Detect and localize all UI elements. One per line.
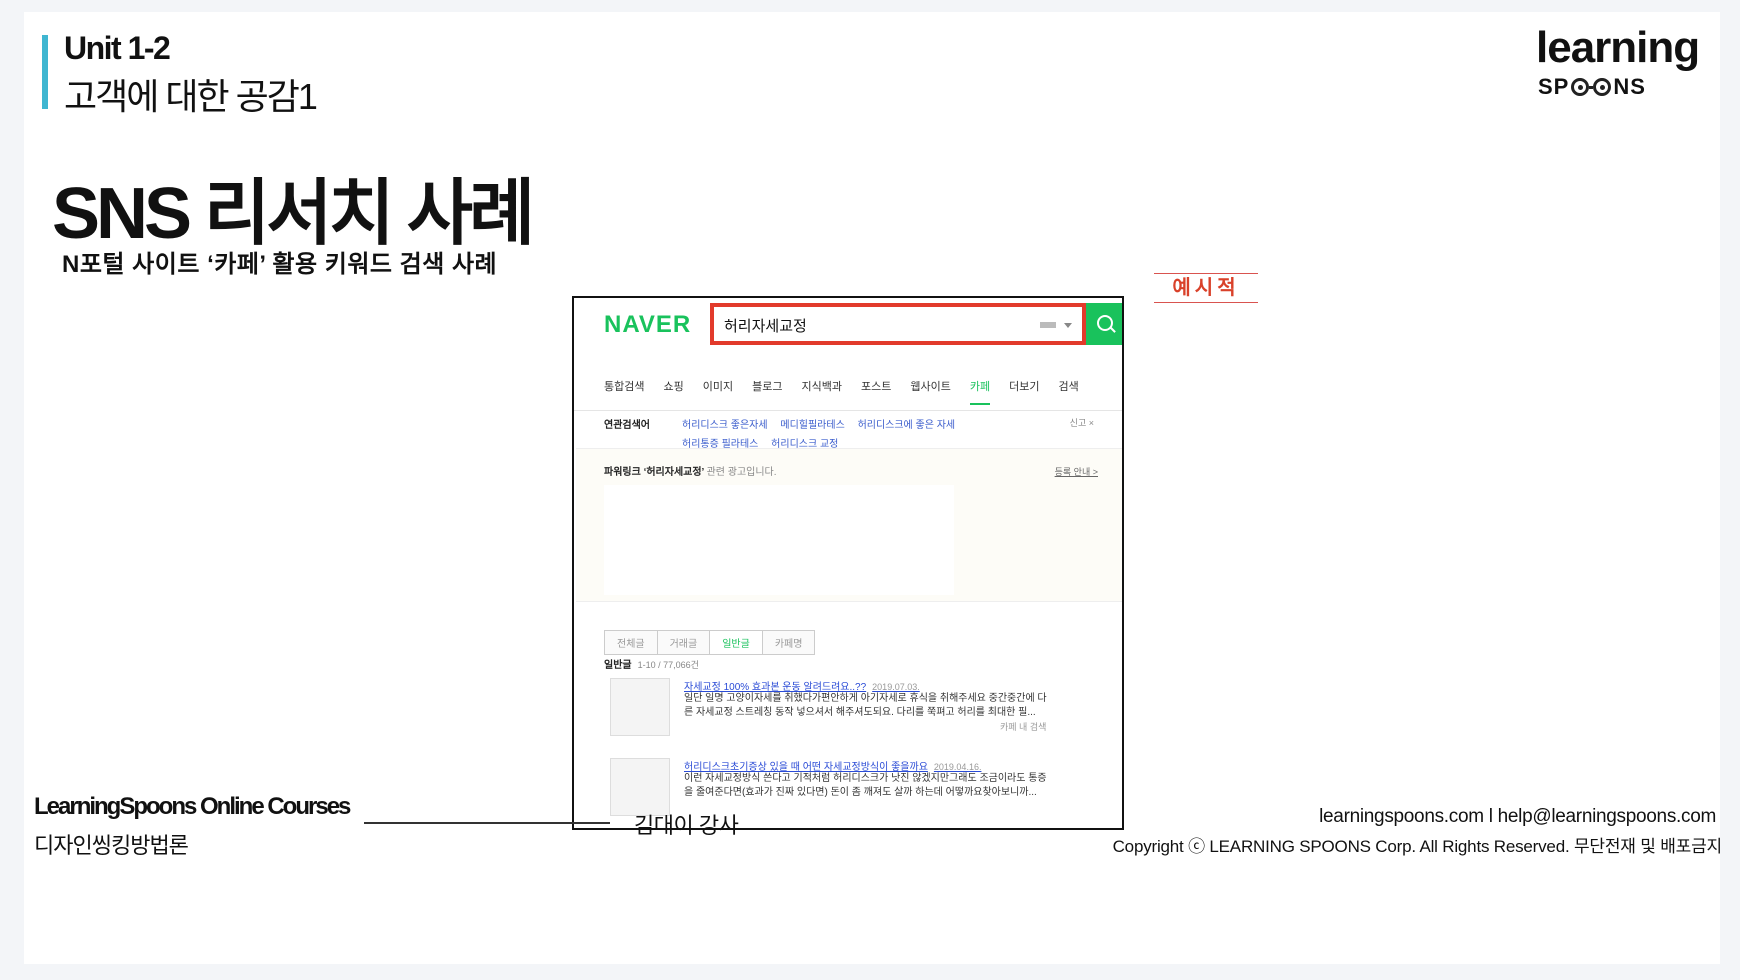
tab-shopping[interactable]: 쇼핑 xyxy=(663,378,683,405)
powerlink-note: 관련 광고입니다. xyxy=(706,467,777,478)
result-label: 일반글 xyxy=(604,660,632,671)
example-tag: 예시적 xyxy=(1154,273,1258,303)
tab-website[interactable]: 웹사이트 xyxy=(910,378,950,405)
result-description: 이런 자세교정방식 쓴다고 기적처럼 허리디스크가 낫진 않겠지만그래도 조금이… xyxy=(684,773,1047,798)
cafe-tab-general[interactable]: 일반글 xyxy=(710,631,763,654)
keyboard-icon[interactable] xyxy=(1040,322,1056,328)
powerlink-heading: 파워링크 ‘허리자세교정’ 관련 광고입니다. xyxy=(604,463,777,478)
tab-search-option[interactable]: 검색 xyxy=(1058,378,1078,405)
result-description: 일단 일명 고양이자세를 취했다가편안하게 아기자세로 휴식을 취해주세요 중간… xyxy=(684,693,1047,718)
search-input[interactable]: 허리자세교정 xyxy=(710,303,1086,345)
footer-copyright: Copyright ⓒ LEARNING SPOONS Corp. All Ri… xyxy=(1112,837,1723,856)
unit-label: Unit 1-2 xyxy=(64,30,171,66)
report-close-tools[interactable]: 신고 × xyxy=(1070,416,1094,429)
logo-word: learning xyxy=(1536,23,1700,72)
footer-brand: LearningSpoons Online Courses xyxy=(34,793,351,820)
footer-teacher: 김대이 강사 xyxy=(634,813,739,838)
footer-divider xyxy=(364,822,610,824)
ad-placeholder xyxy=(604,485,954,595)
result-date: 2019.04.16. xyxy=(933,762,982,772)
search-query: 허리자세교정 xyxy=(724,318,807,335)
tab-integrated[interactable]: 통합검색 xyxy=(604,378,644,405)
powerlink-section: 파워링크 ‘허리자세교정’ 관련 광고입니다. 등록 안내 > xyxy=(576,448,1122,602)
powerlink-title: 파워링크 ‘허리자세교정’ xyxy=(604,467,705,478)
chevron-down-icon[interactable] xyxy=(1064,323,1072,328)
result-count: 일반글 1-10 / 77,066건 xyxy=(604,656,699,671)
cafe-search-link[interactable]: 카페 내 검색 xyxy=(1000,720,1046,733)
tab-blog[interactable]: 블로그 xyxy=(752,378,782,405)
unit-title: 고객에 대한 공감1 xyxy=(64,76,318,117)
logo-spoons-right: NS xyxy=(1613,74,1646,99)
register-guide-link[interactable]: 등록 안내 > xyxy=(1055,465,1098,478)
tab-more[interactable]: 더보기 xyxy=(1009,378,1039,405)
result-thumbnail[interactable] xyxy=(610,678,670,736)
logo-spoons-left: SP xyxy=(1538,74,1570,99)
page-subtitle: N포털 사이트 ‘카페’ 활용 키워드 검색 사례 xyxy=(62,251,498,278)
naver-search-screenshot: NAVER 허리자세교정 통합검색 쇼핑 이미지 블로그 지식백과 포스트 웹사… xyxy=(572,296,1124,830)
naver-logo[interactable]: NAVER xyxy=(604,311,691,339)
result-count-value: 1-10 / 77,066건 xyxy=(637,660,699,670)
search-tabs: 통합검색 쇼핑 이미지 블로그 지식백과 포스트 웹사이트 카페 더보기 검색 xyxy=(604,378,1079,405)
related-keyword[interactable]: 메디힐필라테스 xyxy=(780,420,844,431)
footer-contact: learningspoons.com l help@learningspoons… xyxy=(1319,806,1716,827)
tab-post[interactable]: 포스트 xyxy=(861,378,891,405)
related-label: 연관검색어 xyxy=(604,420,650,431)
cafe-tab-all[interactable]: 전체글 xyxy=(605,631,658,654)
glasses-icon xyxy=(1571,78,1612,96)
result-date: 2019.07.03. xyxy=(872,682,920,692)
tab-cafe[interactable]: 카페 xyxy=(969,378,991,405)
divider xyxy=(574,410,1122,411)
search-button[interactable] xyxy=(1086,303,1122,345)
result-title[interactable]: 허리디스크초기증상 있을 때 어떤 자세교정방식이 좋을까요 2019.04.16… xyxy=(684,758,981,773)
footer-course: 디자인씽킹방법론 xyxy=(34,833,189,858)
related-keyword[interactable]: 허리디스크에 좋은 자세 xyxy=(858,420,956,431)
related-keyword[interactable]: 허리디스크 좋은자세 xyxy=(682,420,768,431)
result-title[interactable]: 자세교정 100% 효과본 운동 알려드려요..?? 2019.07.03. xyxy=(684,678,920,693)
cafe-tab-trade[interactable]: 거래글 xyxy=(657,631,711,654)
cafe-tab-name[interactable]: 카페명 xyxy=(762,631,815,654)
cafe-filter-tabs: 전체글 거래글 일반글 카페명 xyxy=(604,630,816,655)
unit-accent-bar xyxy=(42,35,48,109)
tab-encyclopedia[interactable]: 지식백과 xyxy=(801,378,841,405)
logo-spoons: SP NS xyxy=(1538,74,1706,100)
learningspoons-logo: learning SP NS xyxy=(1536,26,1706,126)
tab-images[interactable]: 이미지 xyxy=(703,378,733,405)
